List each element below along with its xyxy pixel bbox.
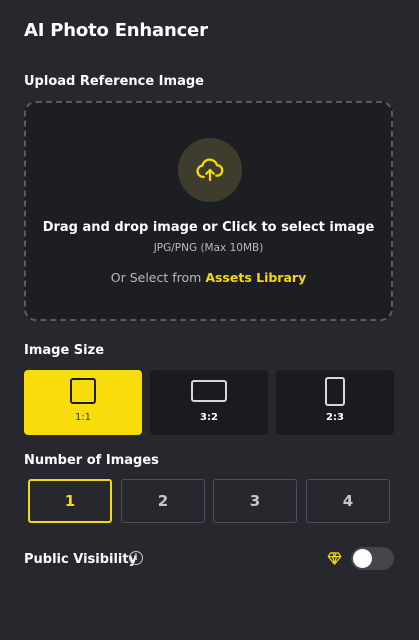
image-size-label: Image Size [24, 343, 105, 358]
image-count-option-4[interactable]: 4 [306, 479, 390, 523]
number-of-images-label: Number of Images [24, 453, 159, 468]
cloud-upload-icon [196, 158, 224, 182]
upload-button[interactable] [178, 138, 242, 202]
upload-dropzone[interactable]: Drag and drop image or Click to select i… [24, 101, 393, 321]
landscape-icon [191, 380, 227, 402]
page-title: AI Photo Enhancer [24, 20, 208, 41]
public-visibility-label: Public Visibility [24, 552, 138, 567]
upload-section-label: Upload Reference Image [24, 74, 204, 89]
diamond-icon [327, 552, 342, 565]
square-icon [70, 378, 96, 404]
dropzone-instruction: Drag and drop image or Click to select i… [42, 220, 375, 235]
size-option-1-1[interactable]: 1:1 [24, 370, 142, 435]
size-option-label: 3:2 [200, 412, 218, 423]
assets-library-row: Or Select from Assets Library [26, 270, 391, 285]
public-visibility-toggle[interactable] [351, 547, 394, 570]
public-visibility-row: Public Visibility i [24, 549, 143, 568]
assets-library-link[interactable]: Assets Library [205, 270, 306, 285]
dropzone-format-hint: JPG/PNG (Max 10MB) [153, 242, 264, 254]
portrait-icon [325, 377, 345, 406]
info-icon[interactable]: i [129, 551, 143, 565]
image-count-option-3[interactable]: 3 [213, 479, 297, 523]
size-option-3-2[interactable]: 3:2 [150, 370, 268, 435]
size-option-2-3[interactable]: 2:3 [276, 370, 394, 435]
image-count-option-2[interactable]: 2 [121, 479, 205, 523]
assets-prefix-text: Or Select from [110, 270, 202, 285]
toggle-knob [353, 549, 372, 568]
size-option-label: 2:3 [326, 412, 344, 423]
size-option-label: 1:1 [74, 412, 92, 423]
image-count-option-1[interactable]: 1 [28, 479, 112, 523]
